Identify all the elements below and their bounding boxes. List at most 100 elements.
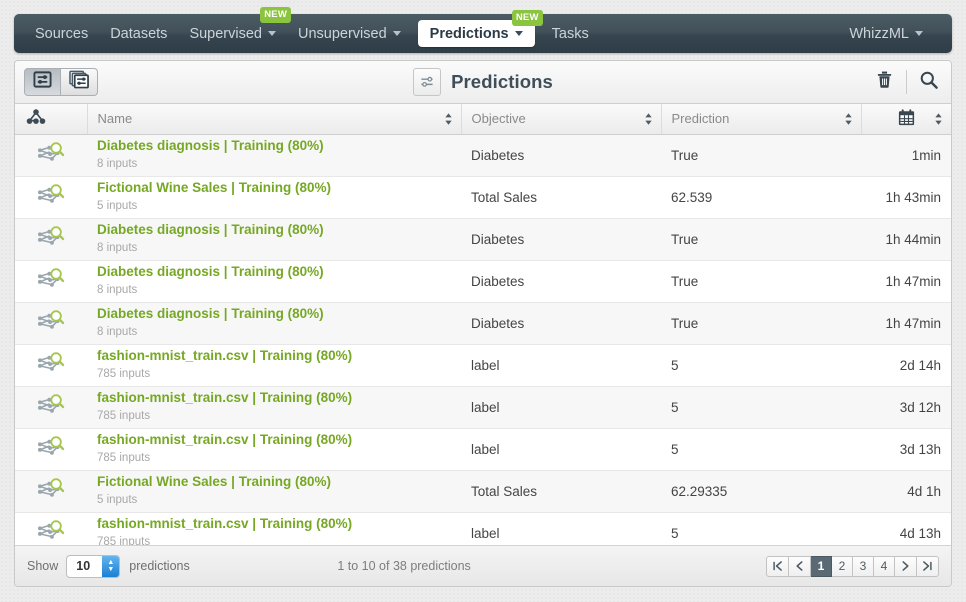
row-prediction-cell: 62.539 [661, 176, 861, 219]
items-label: predictions [129, 559, 190, 573]
show-label: Show [27, 559, 59, 573]
pagination-page-3[interactable]: 3 [853, 555, 874, 577]
row-type-cell [15, 302, 87, 345]
table-row[interactable]: Fictional Wine Sales | Training (80%) 5 i… [15, 470, 951, 513]
table-row[interactable]: Fictional Wine Sales | Training (80%) 5 i… [15, 176, 951, 219]
row-age-cell: 1h 47min [861, 302, 951, 345]
page-title: Predictions [451, 71, 553, 92]
prediction-icon [37, 393, 65, 421]
chevron-down-icon [514, 31, 523, 36]
pagination-page-2[interactable]: 2 [832, 555, 853, 577]
single-prediction-view-button[interactable] [24, 68, 61, 96]
table-row[interactable]: fashion-mnist_train.csv | Training (80%)… [15, 428, 951, 471]
nav-items: Sources Datasets Supervised NEW Unsupervised… [14, 7, 600, 53]
pagination-page-1[interactable]: 1 [811, 555, 832, 577]
batch-prediction-view-button[interactable] [61, 68, 98, 96]
nav-item-unsupervised[interactable]: Unsupervised [287, 14, 412, 53]
row-age-cell: 1h 43min [861, 176, 951, 219]
prediction-icon [37, 267, 65, 295]
table-row[interactable]: fashion-mnist_train.csv | Training (80%)… [15, 386, 951, 429]
stepper-icon: ▲ ▼ [102, 555, 120, 577]
table-footer: Show 10 ▲ ▼ predictions 1 to 10 of 38 pr… [15, 545, 951, 586]
prediction-link[interactable]: fashion-mnist_train.csv | Training (80%) [97, 390, 451, 407]
row-objective-cell: label [461, 344, 661, 387]
row-name-cell: Diabetes diagnosis | Training (80%) 8 inp… [87, 134, 461, 177]
row-name-cell: Diabetes diagnosis | Training (80%) 8 inp… [87, 218, 461, 261]
row-prediction-cell: True [661, 260, 861, 303]
row-age-cell: 2d 14h [861, 344, 951, 387]
chevron-down-icon [915, 31, 923, 36]
prediction-link[interactable]: fashion-mnist_train.csv | Training (80%) [97, 348, 451, 365]
row-prediction-cell: True [661, 302, 861, 345]
nav-item-supervised[interactable]: Supervised NEW [178, 7, 291, 53]
search-icon [919, 70, 939, 95]
pagination: 1 2 3 4 [766, 555, 939, 577]
nav-account-area: WhizzML [838, 14, 952, 53]
row-type-cell [15, 218, 87, 261]
prediction-link[interactable]: fashion-mnist_train.csv | Training (80%) [97, 516, 451, 533]
pagination-page-4[interactable]: 4 [874, 555, 895, 577]
sort-icon [444, 112, 453, 126]
chevron-down-icon [267, 31, 276, 36]
table-row[interactable]: Diabetes diagnosis | Training (80%) 8 inp… [15, 218, 951, 261]
batch-prediction-icon [68, 70, 90, 94]
prediction-link[interactable]: Diabetes diagnosis | Training (80%) [97, 264, 451, 281]
column-header-objective[interactable]: Objective [461, 104, 662, 135]
row-prediction-cell: True [661, 134, 861, 177]
pagination-prev[interactable] [789, 555, 811, 577]
search-button[interactable] [907, 61, 951, 103]
chevron-down-icon [392, 31, 401, 36]
prediction-link[interactable]: Fictional Wine Sales | Training (80%) [97, 474, 451, 491]
model-tree-icon [25, 109, 47, 129]
nav-item-tasks[interactable]: Tasks [541, 14, 600, 53]
prediction-link[interactable]: Fictional Wine Sales | Training (80%) [97, 180, 451, 197]
prediction-link[interactable]: Diabetes diagnosis | Training (80%) [97, 138, 451, 155]
prediction-link[interactable]: fashion-mnist_train.csv | Training (80%) [97, 432, 451, 449]
panel-title-area: Predictions [15, 61, 951, 103]
trash-icon [876, 70, 893, 94]
table-row[interactable]: Diabetes diagnosis | Training (80%) 8 inp… [15, 260, 951, 303]
delete-button[interactable] [862, 61, 906, 103]
sort-icon [844, 112, 853, 126]
pagination-first[interactable] [766, 555, 789, 577]
row-name-cell: Fictional Wine Sales | Training (80%) 5 i… [87, 470, 461, 513]
prediction-inputs: 8 inputs [97, 241, 138, 254]
pagination-next[interactable] [895, 555, 917, 577]
calendar-icon [897, 108, 916, 130]
sort-icon [934, 112, 943, 126]
page-size-value: 10 [76, 559, 91, 573]
row-prediction-cell: 5 [661, 428, 861, 471]
nav-item-whizzml[interactable]: WhizzML [838, 14, 934, 53]
column-header-name[interactable]: Name [87, 104, 462, 135]
row-age-cell: 4d 1h [861, 470, 951, 513]
prediction-inputs: 8 inputs [97, 283, 138, 296]
prediction-link[interactable]: Diabetes diagnosis | Training (80%) [97, 306, 451, 323]
row-name-cell: Fictional Wine Sales | Training (80%) 5 i… [87, 176, 461, 219]
table-row[interactable]: fashion-mnist_train.csv | Training (80%)… [15, 344, 951, 387]
column-header-prediction[interactable]: Prediction [661, 104, 862, 135]
table-row[interactable]: Diabetes diagnosis | Training (80%) 8 inp… [15, 302, 951, 345]
row-prediction-cell: 5 [661, 386, 861, 429]
row-type-cell [15, 260, 87, 303]
prediction-link[interactable]: Diabetes diagnosis | Training (80%) [97, 222, 451, 239]
row-prediction-cell: True [661, 218, 861, 261]
column-header-age[interactable] [861, 104, 951, 135]
prediction-icon [37, 435, 65, 463]
nav-item-datasets[interactable]: Datasets [99, 14, 178, 53]
prediction-icon [37, 309, 65, 337]
column-header-type[interactable] [15, 104, 88, 135]
nav-item-sources[interactable]: Sources [24, 14, 99, 53]
row-type-cell [15, 470, 87, 513]
pagination-last[interactable] [917, 555, 939, 577]
row-objective-cell: Diabetes [461, 134, 661, 177]
page-size-select[interactable]: 10 ▲ ▼ [66, 554, 121, 578]
nav-item-predictions[interactable]: Predictions NEW [417, 10, 543, 47]
nav-item-label: Unsupervised [297, 25, 387, 42]
view-toggle-group [24, 68, 98, 96]
row-prediction-cell: 62.29335 [661, 470, 861, 513]
column-header-prediction-label: Prediction [671, 111, 730, 127]
row-objective-cell: label [461, 428, 661, 471]
sliders-icon [413, 68, 442, 96]
prediction-icon [37, 351, 65, 379]
table-row[interactable]: Diabetes diagnosis | Training (80%) 8 inp… [15, 134, 951, 177]
